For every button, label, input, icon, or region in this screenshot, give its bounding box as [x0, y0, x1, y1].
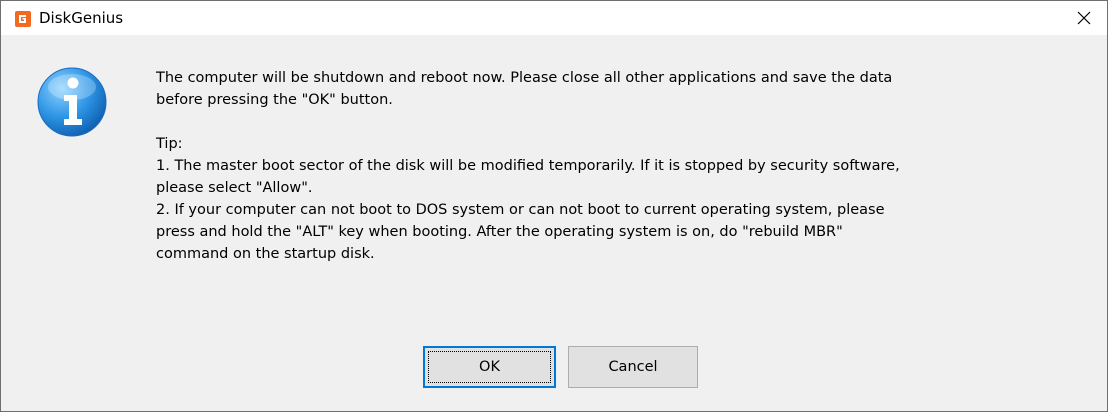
dialog-window: DiskGenius The computer will be shutdown… — [0, 0, 1108, 412]
diskgenius-logo-icon — [15, 11, 31, 27]
message-text: The computer will be shutdown and reboot… — [156, 70, 893, 108]
close-button[interactable] — [1061, 1, 1107, 35]
focus-ring — [428, 351, 551, 383]
cancel-button-label: Cancel — [608, 359, 658, 375]
close-icon — [1077, 11, 1091, 25]
title-bar[interactable]: DiskGenius — [1, 1, 1107, 35]
ok-button[interactable]: OK — [423, 346, 556, 388]
cancel-button[interactable]: Cancel — [568, 346, 698, 388]
info-icon — [37, 67, 107, 137]
dialog-message: The computer will be shutdown and reboot… — [156, 67, 1056, 265]
tip-2-text: 2. If your computer can not boot to DOS … — [156, 202, 885, 262]
tip-1-text: 1. The master boot sector of the disk wi… — [156, 158, 900, 196]
tip-heading: Tip: — [156, 136, 183, 152]
window-title: DiskGenius — [39, 9, 124, 27]
